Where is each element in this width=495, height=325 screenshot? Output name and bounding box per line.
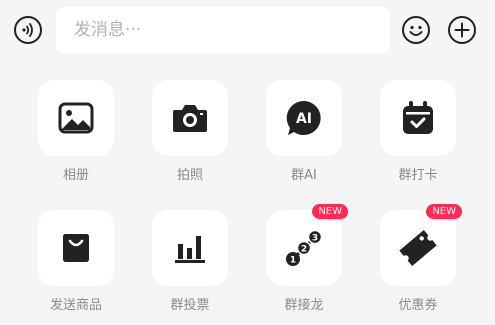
tile-check-in-box[interactable] bbox=[380, 80, 456, 156]
tile-group-ai[interactable]: AI 群AI bbox=[249, 80, 359, 184]
calendar-check-icon bbox=[403, 101, 433, 134]
image-icon bbox=[58, 102, 94, 134]
emoji-icon bbox=[402, 16, 430, 44]
tile-group-vote-box[interactable] bbox=[152, 210, 228, 286]
tile-coupon[interactable]: NEW 优惠券 bbox=[363, 204, 473, 314]
svg-text:3: 3 bbox=[312, 234, 318, 244]
tile-send-product-box[interactable] bbox=[38, 210, 114, 286]
tile-group-ai-box[interactable]: AI bbox=[266, 80, 342, 156]
tile-group-vote-label: 群投票 bbox=[170, 298, 210, 313]
tile-coupon-label: 优惠券 bbox=[398, 298, 438, 313]
new-badge: NEW bbox=[426, 204, 462, 219]
tile-send-product[interactable]: 发送商品 bbox=[21, 210, 131, 314]
more-functions-panel: 相册 拍照 AI 群AI 群打卡 发送商品 群投票 1 2 3 NEW 群接龙 … bbox=[0, 60, 495, 325]
tile-camera[interactable]: 拍照 bbox=[135, 80, 245, 184]
tile-group-vote[interactable]: 群投票 bbox=[135, 210, 245, 314]
tile-group-solitaire-box[interactable]: 1 2 3 NEW bbox=[266, 204, 348, 286]
svg-text:1: 1 bbox=[290, 256, 296, 266]
coupon-icon bbox=[399, 230, 437, 266]
svg-text:2: 2 bbox=[301, 245, 307, 255]
tile-group-solitaire[interactable]: 1 2 3 NEW 群接龙 bbox=[249, 204, 359, 314]
tile-send-product-label: 发送商品 bbox=[49, 298, 102, 313]
tile-camera-label: 拍照 bbox=[176, 168, 203, 183]
tile-group-solitaire-label: 群接龙 bbox=[284, 298, 324, 313]
bar-chart-icon bbox=[175, 236, 205, 263]
svg-text:AI: AI bbox=[296, 111, 312, 127]
tile-camera-box[interactable] bbox=[152, 80, 228, 156]
more-plus-button[interactable] bbox=[446, 14, 478, 46]
solitaire-chain-icon: 1 2 3 bbox=[286, 229, 323, 266]
tile-album[interactable]: 相册 bbox=[21, 80, 131, 184]
plus-icon bbox=[448, 16, 476, 44]
tile-album-box[interactable] bbox=[38, 80, 114, 156]
ai-chat-icon: AI bbox=[286, 100, 321, 135]
shopping-bag-icon bbox=[63, 234, 89, 262]
tile-check-in-label: 群打卡 bbox=[398, 168, 438, 183]
tile-coupon-box[interactable]: NEW bbox=[380, 204, 462, 286]
message-input-bar bbox=[0, 0, 495, 60]
tile-check-in[interactable]: 群打卡 bbox=[363, 80, 473, 184]
voice-icon bbox=[14, 16, 42, 44]
camera-icon bbox=[173, 105, 207, 132]
tile-group-ai-label: 群AI bbox=[291, 168, 317, 183]
message-input[interactable] bbox=[56, 7, 390, 53]
voice-button[interactable] bbox=[12, 14, 44, 46]
tile-album-label: 相册 bbox=[62, 168, 89, 183]
emoji-button[interactable] bbox=[400, 14, 432, 46]
new-badge: NEW bbox=[312, 204, 348, 219]
